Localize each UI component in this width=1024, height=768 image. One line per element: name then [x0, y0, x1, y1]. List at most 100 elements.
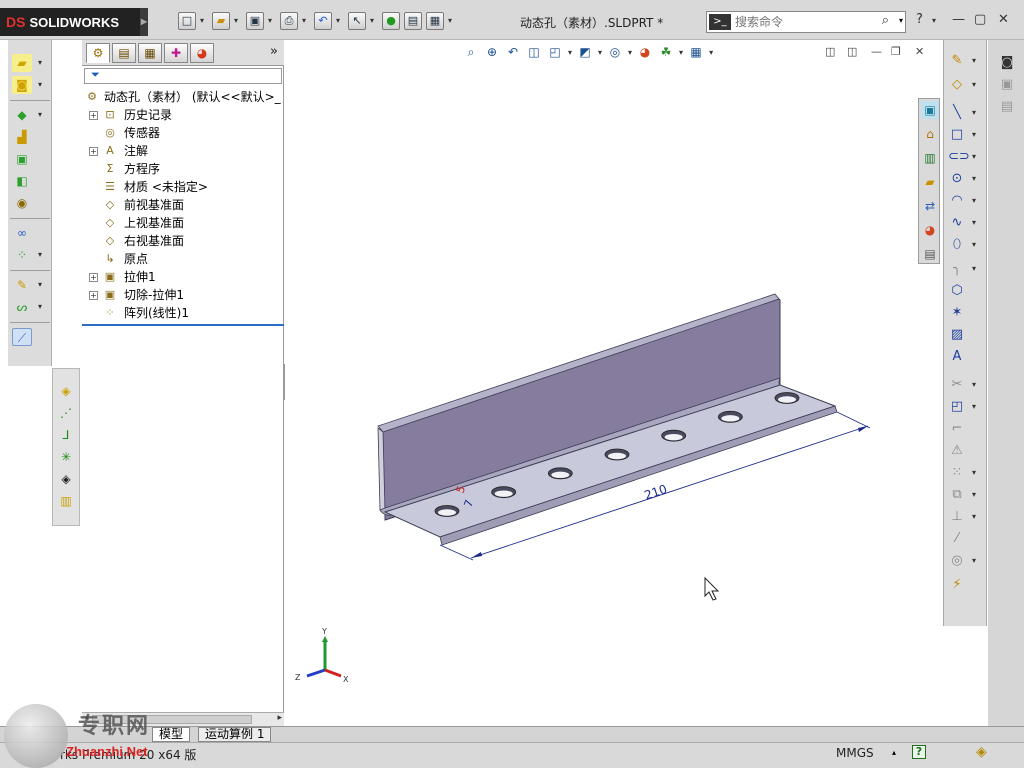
unit-system[interactable]: MMGS	[836, 746, 874, 760]
center-of-mass-icon[interactable]: ◈	[57, 471, 75, 487]
fillet-icon[interactable]: ◆	[12, 106, 32, 124]
convert-entities-icon[interactable]: ◰	[948, 398, 966, 416]
relations-dropdown-icon[interactable]: ▾	[972, 512, 976, 521]
sweep-icon[interactable]: ᔕ	[12, 298, 32, 316]
tree-filter[interactable]: ⏷	[84, 68, 282, 84]
print-screen-icon[interactable]: ▤	[998, 98, 1016, 116]
tree-item[interactable]: + A 注解	[82, 142, 284, 160]
menu-flyout-arrow-icon[interactable]: ▶	[140, 8, 148, 36]
options-icon[interactable]: ▦	[426, 12, 444, 30]
tree-item[interactable]: ◇ 右视基准面	[82, 232, 284, 250]
tree-item[interactable]: ◎ 传感器	[82, 124, 284, 142]
print-dropdown-icon[interactable]: ▾	[302, 12, 310, 30]
arc-dropdown-icon[interactable]: ▾	[972, 196, 976, 205]
curves-dropdown-icon[interactable]: ▾	[38, 280, 42, 289]
tree-item[interactable]: + ▣ 拉伸1	[82, 268, 284, 286]
command-search-box[interactable]: >_ ⌕ ▾	[706, 11, 906, 33]
circle-dropdown-icon[interactable]: ▾	[972, 174, 976, 183]
trim-dropdown-icon[interactable]: ▾	[972, 380, 976, 389]
record-icon[interactable]: ▣	[998, 76, 1016, 94]
polygon-icon[interactable]: ⬡	[948, 282, 966, 300]
print-icon[interactable]: ⎙	[280, 12, 298, 30]
appearances-icon[interactable]: ◕	[921, 221, 939, 239]
dimension-dropdown-icon[interactable]: ▾	[972, 80, 976, 89]
save-dropdown-icon[interactable]: ▾	[268, 12, 276, 30]
open-dropdown-icon[interactable]: ▾	[234, 12, 242, 30]
tree-item[interactable]: ☰ 材质 <未指定>	[82, 178, 284, 196]
new-dropdown-icon[interactable]: ▾	[200, 12, 208, 30]
mate-reference-icon[interactable]: ▥	[57, 493, 75, 509]
plane-sketch-icon[interactable]: ▨	[948, 326, 966, 344]
scroll-right-icon[interactable]: ▸	[277, 713, 282, 723]
repair-sketch-icon[interactable]: ⁄	[948, 530, 966, 548]
reference-geometry-icon[interactable]: ∞	[12, 224, 32, 242]
tree-item[interactable]: ⁘ 阵列(线性)1	[82, 304, 284, 322]
design-library-icon[interactable]: ▥	[921, 149, 939, 167]
tree-item[interactable]: Σ 方程序	[82, 160, 284, 178]
custom-properties-icon[interactable]: ▤	[921, 245, 939, 263]
model-canvas[interactable]: 210 5 7 Y Z X	[285, 40, 941, 726]
solidworks-logo[interactable]: DS SOLIDWORKS ▶	[0, 8, 148, 36]
line-icon[interactable]: ╲	[948, 104, 966, 122]
point-command-icon[interactable]: ✳	[57, 449, 75, 465]
quick-snaps-dropdown-icon[interactable]: ▾	[972, 556, 976, 565]
search-icon[interactable]: ⌕	[882, 13, 889, 28]
circle-icon[interactable]: ⊙	[948, 170, 966, 188]
coordinate-system-icon[interactable]: ⅃	[57, 427, 75, 443]
restore-icon[interactable]: ▢	[974, 12, 986, 27]
file-explorer-icon[interactable]: ▰	[921, 173, 939, 191]
arc-icon[interactable]: ◠	[948, 192, 966, 210]
rapid-sketch-icon[interactable]: ⚡	[948, 576, 966, 594]
rollback-bar[interactable]	[82, 324, 284, 326]
help-icon[interactable]: ?	[916, 12, 923, 27]
units-dropdown-icon[interactable]: ▴	[892, 748, 896, 757]
file-properties-icon[interactable]: ▤	[404, 12, 422, 30]
axis-command-icon[interactable]: ⋰	[57, 405, 75, 421]
select-arrow-icon[interactable]: ↖	[348, 12, 366, 30]
tree-item[interactable]: ↳ 原点	[82, 250, 284, 268]
sketch-fillet-icon[interactable]: ╮	[948, 260, 966, 278]
tree-root-part[interactable]: ⚙ 动态孔（素材） (默认<<默认>_	[82, 88, 284, 106]
open-folder-icon[interactable]: ▰	[212, 12, 230, 30]
graphics-area[interactable]: ⌕ ⊕ ↶ ◫ ◰ ▾ ◩ ▾ ◎ ▾ ◕ ☘ ▾ ▦ ▾ ◫ ◫ — ❐ ✕ 210 5…	[285, 40, 941, 726]
sketch-dropdown-icon[interactable]: ▾	[972, 56, 976, 65]
ellipse-icon[interactable]: ⬯	[948, 236, 966, 254]
spline-dropdown-icon[interactable]: ▾	[972, 218, 976, 227]
help-dropdown-icon[interactable]: ▾	[932, 16, 936, 25]
options-dropdown-icon[interactable]: ▾	[448, 12, 456, 30]
hole-wizard-icon[interactable]: ◉	[12, 194, 32, 212]
fillet-sketch-dropdown-icon[interactable]: ▾	[972, 264, 976, 273]
move-entities-icon[interactable]: ⧉	[948, 486, 966, 504]
more-tabs-icon[interactable]: »	[270, 44, 278, 59]
text-sketch-icon[interactable]: A	[948, 348, 966, 366]
sweep-dropdown-icon[interactable]: ▾	[38, 302, 42, 311]
minimize-icon[interactable]: —	[952, 12, 965, 27]
expand-toggle-icon[interactable]: +	[89, 111, 98, 120]
feature-tree-tab-icon[interactable]: ⚙	[86, 43, 110, 63]
ellipse-dropdown-icon[interactable]: ▾	[972, 240, 976, 249]
tab-motion-study[interactable]: 运动算例 1	[198, 727, 272, 742]
home-icon[interactable]: ⌂	[921, 125, 939, 143]
pattern-dropdown-icon[interactable]: ▾	[38, 250, 42, 259]
select-dropdown-icon[interactable]: ▾	[370, 12, 378, 30]
expand-toggle-icon[interactable]: +	[89, 273, 98, 282]
expand-toggle-icon[interactable]: +	[89, 147, 98, 156]
draft-icon[interactable]: ◧	[12, 172, 32, 190]
tree-item[interactable]: + ⊡ 历史记录	[82, 106, 284, 124]
property-manager-tab-icon[interactable]: ▤	[112, 43, 136, 63]
expand-toggle-icon[interactable]: +	[89, 291, 98, 300]
move-dropdown-icon[interactable]: ▾	[972, 490, 976, 499]
view-palette-icon[interactable]: ⇄	[921, 197, 939, 215]
rectangle-dropdown-icon[interactable]: ▾	[972, 130, 976, 139]
extruded-cut-icon[interactable]: ▟	[12, 128, 32, 146]
tree-item[interactable]: ◇ 前视基准面	[82, 196, 284, 214]
sketch-point-icon[interactable]: ✶	[948, 304, 966, 322]
revolved-boss-icon[interactable]: ◙	[12, 76, 32, 94]
search-dropdown-icon[interactable]: ▾	[899, 16, 903, 25]
tree-item[interactable]: + ▣ 切除-拉伸1	[82, 286, 284, 304]
camera-icon[interactable]: ◙	[998, 54, 1016, 72]
search-input[interactable]	[735, 14, 875, 30]
new-document-icon[interactable]: □	[178, 12, 196, 30]
curves-icon[interactable]: ✎	[12, 276, 32, 294]
offset-entities-icon[interactable]: ⌐	[948, 420, 966, 438]
